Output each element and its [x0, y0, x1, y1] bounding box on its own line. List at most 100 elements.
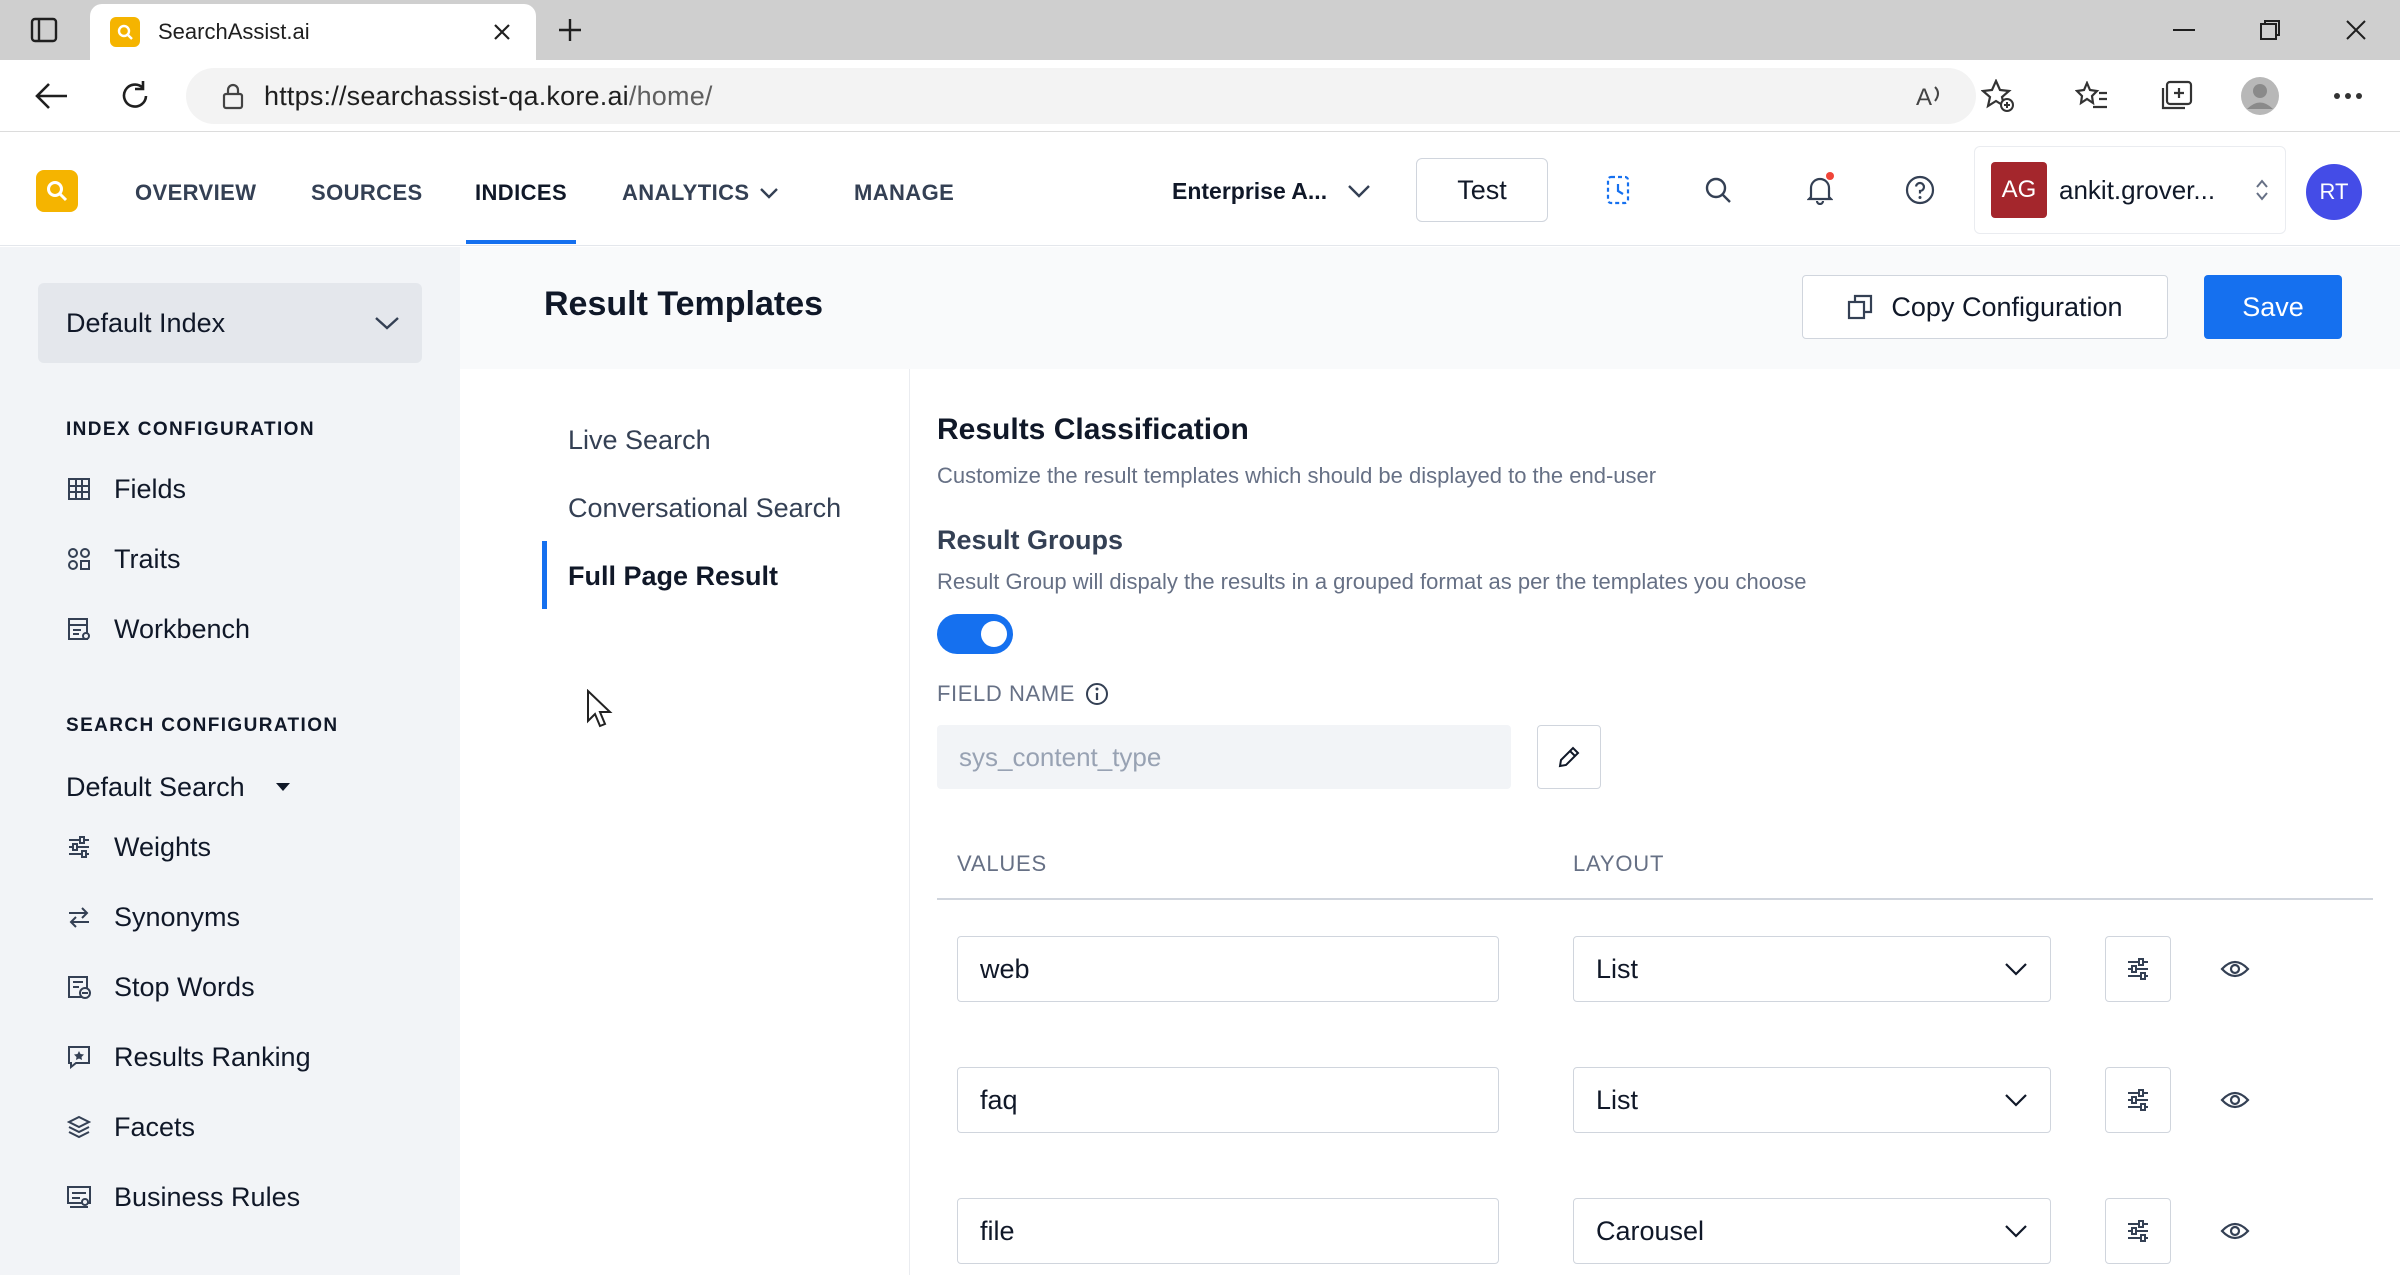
tab-actions-icon[interactable]: [22, 14, 66, 46]
field-name-input[interactable]: sys_content_type: [937, 725, 1511, 789]
template-settings-button[interactable]: [2105, 1198, 2171, 1264]
workspace-name: Enterprise A...: [1172, 177, 1328, 204]
test-button[interactable]: Test: [1416, 158, 1548, 222]
eye-icon[interactable]: [2215, 1211, 2255, 1251]
new-tab-plus-icon[interactable]: [552, 14, 588, 46]
user-avatar[interactable]: RT: [2306, 164, 2362, 220]
url-field[interactable]: https://searchassist-qa.kore.ai/home/: [186, 68, 1976, 124]
refresh-sync-icon[interactable]: [1598, 170, 1638, 210]
nav-overview[interactable]: OVERVIEW: [135, 176, 256, 210]
search-icon[interactable]: [1698, 170, 1738, 210]
notification-bell-icon[interactable]: [1800, 170, 1840, 210]
section-description: Customize the result templates which sho…: [937, 463, 1657, 488]
tab-title: SearchAssist.ai: [158, 19, 310, 44]
eye-icon[interactable]: [2215, 949, 2255, 989]
layout-column-header: LAYOUT: [1573, 851, 1665, 876]
favorites-icon[interactable]: [2072, 76, 2112, 116]
sidebar-item-facets[interactable]: Facets: [66, 1107, 195, 1147]
stop-words-icon: [66, 974, 92, 1000]
search-config-selector[interactable]: Default Search: [66, 767, 291, 807]
sidebar-item-fields[interactable]: Fields: [66, 469, 186, 509]
copy-icon: [1847, 294, 1873, 320]
values-column-header: VALUES: [957, 851, 1047, 876]
sidebar-item-stop-words[interactable]: Stop Words: [66, 967, 255, 1007]
sidebar-item-label: Business Rules: [114, 1181, 301, 1212]
minimize-window-icon[interactable]: [2162, 12, 2206, 48]
template-settings-button[interactable]: [2105, 936, 2171, 1002]
chevron-down-icon: [2004, 1093, 2028, 1107]
searchassist-logo-icon[interactable]: [36, 170, 78, 212]
sidebar-item-results-ranking[interactable]: Results Ranking: [66, 1037, 311, 1077]
sidebar-item-synonyms[interactable]: Synonyms: [66, 897, 240, 937]
restore-window-icon[interactable]: [2248, 12, 2292, 48]
result-groups-toggle[interactable]: [937, 614, 1013, 654]
left-sidebar: Default Index INDEX CONFIGURATION Fields…: [0, 247, 460, 1275]
lock-icon: [222, 82, 244, 110]
tab-live-search[interactable]: Live Search: [568, 425, 711, 456]
eye-icon[interactable]: [2215, 1080, 2255, 1120]
account-avatar: AG: [1991, 162, 2047, 218]
nav-sources[interactable]: SOURCES: [311, 176, 423, 210]
sidebar-item-workbench[interactable]: Workbench: [66, 609, 250, 649]
save-button[interactable]: Save: [2204, 275, 2342, 339]
app-header: OVERVIEW SOURCES INDICES ANALYTICS MANAG…: [0, 132, 2400, 246]
results-classification-panel: Results Classification Customize the res…: [911, 369, 2400, 1275]
sliders-icon: [2126, 1220, 2150, 1242]
info-icon[interactable]: [1085, 682, 1109, 706]
back-arrow-icon[interactable]: [32, 76, 72, 116]
url-host: https://searchassist-qa.kore.ai: [264, 80, 629, 111]
reload-icon[interactable]: [115, 76, 155, 116]
active-tab-indicator: [542, 541, 547, 609]
url-path: /home/: [628, 80, 713, 111]
collections-icon[interactable]: [2156, 76, 2196, 116]
tab-conversational-search[interactable]: Conversational Search: [568, 493, 841, 524]
template-settings-button[interactable]: [2105, 1067, 2171, 1133]
result-groups-description: Result Group will dispaly the results in…: [937, 569, 1807, 594]
value-input[interactable]: file: [957, 1198, 1499, 1264]
rules-icon: [66, 1184, 92, 1210]
nav-active-indicator: [466, 240, 576, 244]
field-name-label: FIELD NAME: [937, 681, 1109, 707]
ranking-icon: [66, 1044, 92, 1070]
browser-tab[interactable]: SearchAssist.ai: [90, 4, 536, 60]
field-name-label-text: FIELD NAME: [937, 681, 1076, 706]
help-icon[interactable]: [1900, 170, 1940, 210]
sidebar-item-weights[interactable]: Weights: [66, 827, 211, 867]
value-input[interactable]: web: [957, 936, 1499, 1002]
nav-analytics[interactable]: ANALYTICS: [622, 176, 779, 210]
layout-select[interactable]: List: [1573, 936, 2051, 1002]
copy-configuration-button[interactable]: Copy Configuration: [1802, 275, 2168, 339]
chevron-up-down-icon: [2255, 178, 2269, 202]
profile-icon[interactable]: [2240, 76, 2280, 116]
more-options-icon[interactable]: [2328, 76, 2368, 116]
value-input[interactable]: faq: [957, 1067, 1499, 1133]
sidebar-item-label: Results Ranking: [114, 1041, 311, 1072]
sidebar-item-business-rules[interactable]: Business Rules: [66, 1177, 300, 1217]
sidebar-item-label: Workbench: [114, 613, 251, 644]
nav-indices[interactable]: INDICES: [475, 176, 567, 210]
add-favorite-star-icon[interactable]: [1978, 76, 2018, 116]
page-title: Result Templates: [544, 285, 824, 323]
caret-down-icon: [275, 782, 291, 792]
tab-full-page-result[interactable]: Full Page Result: [568, 561, 778, 592]
workspace-selector[interactable]: Enterprise A...: [1172, 172, 1371, 210]
layers-icon: [66, 1114, 92, 1140]
close-window-icon[interactable]: [2334, 12, 2378, 48]
nav-manage[interactable]: MANAGE: [854, 176, 954, 210]
toggle-knob: [981, 621, 1007, 647]
chevron-down-icon: [1347, 184, 1371, 198]
close-tab-icon[interactable]: [488, 18, 516, 46]
traits-icon: [66, 546, 92, 572]
read-aloud-icon[interactable]: A: [1910, 76, 1950, 116]
sidebar-item-label: Facets: [114, 1111, 196, 1142]
svg-text:A: A: [1916, 84, 1932, 111]
sidebar-item-traits[interactable]: Traits: [66, 539, 181, 579]
index-configuration-heading: INDEX CONFIGURATION: [66, 419, 315, 440]
chevron-down-icon: [374, 316, 400, 330]
layout-select[interactable]: Carousel: [1573, 1198, 2051, 1264]
edit-field-name-button[interactable]: [1537, 725, 1601, 789]
section-title: Results Classification: [937, 413, 1249, 446]
index-selector[interactable]: Default Index: [38, 283, 422, 363]
layout-select[interactable]: List: [1573, 1067, 2051, 1133]
account-switcher[interactable]: AG ankit.grover...: [1974, 146, 2286, 234]
